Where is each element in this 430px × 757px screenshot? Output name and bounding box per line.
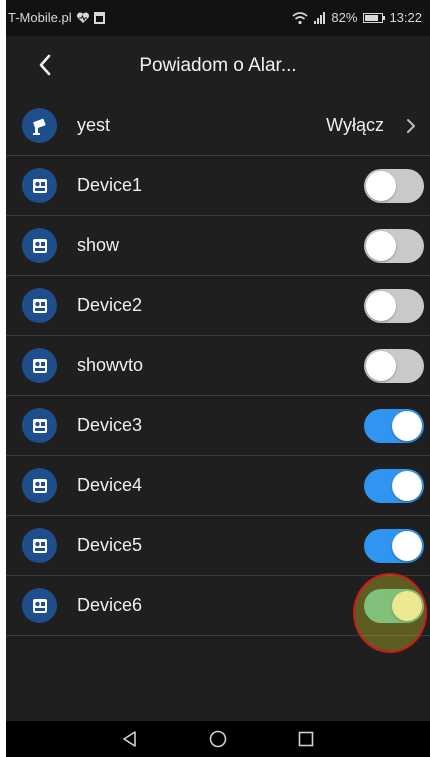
alarm-toggle[interactable]	[364, 169, 424, 203]
device-row: Device2	[6, 276, 430, 336]
status-right: 82% 13:22	[292, 10, 422, 25]
toggle-knob	[366, 231, 396, 261]
chevron-left-icon	[39, 54, 51, 76]
alarm-toggle[interactable]	[364, 589, 424, 623]
battery-percent: 82%	[331, 10, 358, 25]
intercom-icon	[22, 528, 57, 563]
alarm-toggle[interactable]	[364, 229, 424, 263]
alarm-toggle[interactable]	[364, 529, 424, 563]
intercom-icon	[22, 588, 57, 623]
signal-strength-icon	[314, 11, 326, 24]
device-label: Device5	[77, 535, 143, 555]
toggle-knob	[392, 591, 422, 621]
device-row-yest[interactable]: yest Wyłącz	[6, 96, 430, 156]
device-row: Device1	[6, 156, 430, 216]
toggle-knob	[392, 411, 422, 441]
intercom-icon	[22, 288, 57, 323]
intercom-icon	[22, 168, 57, 203]
nav-recents-button[interactable]	[295, 728, 317, 750]
nav-home-button[interactable]	[207, 728, 229, 750]
device-label: Device2	[77, 295, 143, 315]
toggle-knob	[366, 291, 396, 321]
app-screen: T-Mobile.pl 82% 13:22 Powiadom o Alar...…	[6, 0, 430, 757]
device-row: Device5	[6, 516, 430, 576]
device-label: show	[77, 235, 120, 255]
intercom-icon	[22, 228, 57, 263]
device-label: Device6	[77, 595, 143, 615]
status-bar: T-Mobile.pl 82% 13:22	[6, 0, 430, 36]
device-row: Device6	[6, 576, 430, 636]
wifi-icon	[292, 11, 308, 24]
camera-icon	[22, 108, 57, 143]
clock: 13:22	[389, 10, 422, 25]
device-label: showvto	[77, 355, 144, 375]
device-row: Device4	[6, 456, 430, 516]
device-label: yest	[77, 115, 111, 135]
intercom-icon	[22, 408, 57, 443]
toggle-knob	[392, 531, 422, 561]
app-header: Powiadom o Alar...	[6, 36, 430, 96]
toggle-knob	[392, 471, 422, 501]
device-row: Device3	[6, 396, 430, 456]
device-label: Device1	[77, 175, 143, 195]
alarm-toggle[interactable]	[364, 469, 424, 503]
toggle-knob	[366, 351, 396, 381]
device-row: showvto	[6, 336, 430, 396]
page-title: Powiadom o Alar...	[139, 55, 297, 76]
triangle-back-icon	[123, 731, 136, 747]
toggle-knob	[366, 171, 396, 201]
alarm-setting-value: Wyłącz	[326, 115, 384, 135]
intercom-icon	[22, 468, 57, 503]
device-label: Device4	[77, 475, 143, 495]
chevron-right-icon	[407, 119, 415, 133]
calendar-icon	[93, 11, 105, 24]
carrier-label: T-Mobile.pl	[8, 10, 72, 25]
device-row: show	[6, 216, 430, 276]
status-left: T-Mobile.pl	[8, 10, 105, 25]
health-heart-icon	[76, 11, 89, 23]
system-nav-bar	[6, 721, 430, 757]
device-list: yest Wyłącz Device1 show Device2 showvto	[6, 96, 430, 636]
intercom-icon	[22, 348, 57, 383]
alarm-toggle[interactable]	[364, 289, 424, 323]
alarm-toggle[interactable]	[364, 409, 424, 443]
square-recents-icon	[298, 731, 314, 747]
back-button[interactable]	[30, 50, 60, 80]
device-label: Device3	[77, 415, 143, 435]
circle-home-icon	[209, 730, 227, 748]
alarm-toggle[interactable]	[364, 349, 424, 383]
battery-icon	[363, 12, 386, 23]
nav-back-button[interactable]	[119, 728, 141, 750]
